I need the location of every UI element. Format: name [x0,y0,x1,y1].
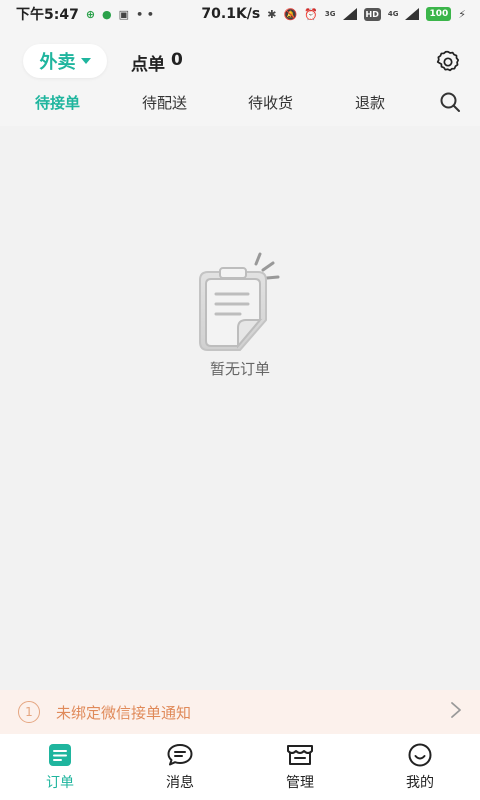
signal-3g-label: 3G [324,10,336,18]
tab-pending-accept[interactable]: 待接单 [35,92,80,113]
header: 外卖 点单 0 待接单 待配送 待收货 退款 [0,28,480,126]
network-speed: 70.1K/s [201,6,261,22]
settings-button[interactable] [434,48,462,76]
caret-down-icon [80,58,91,64]
info-circle-icon: 1 [18,701,40,723]
alarm-icon: ⏰ [304,7,318,21]
hd-badge: HD [363,7,381,21]
dine-in-label: 点单 [131,55,165,75]
bluetooth-icon: ✱ [267,7,277,21]
mode-switch-button[interactable]: 外卖 [23,44,107,78]
dine-in-count: 0 [171,50,183,70]
tab-pending-receipt[interactable]: 待收货 [248,92,293,113]
status-left: 下午5:47 ⊕ ● ▣ • • [16,4,154,24]
nav-messages-label: 消息 [166,775,194,791]
nav-orders[interactable]: 订单 [0,734,120,800]
empty-clipboard-icon [199,252,280,351]
chevron-right-icon [450,701,462,724]
status-right: 70.1K/s ✱ 🔕 ⏰ 3G HD 4G 100 ⚡ [201,6,466,22]
charging-icon: ⚡ [458,7,466,21]
nav-profile[interactable]: 我的 [360,734,480,800]
store-icon [287,745,313,765]
mode-label: 外卖 [39,52,76,73]
more-notifications-dots: • • [136,7,154,21]
bottom-nav: 订单 消息 管理 我的 [0,734,480,800]
gear-icon [436,50,460,72]
signal-4g-icon [405,8,420,20]
battery-icon: 100 [426,7,452,21]
notice-text: 未绑定微信接单通知 [56,703,192,722]
tab-refund[interactable]: 退款 [355,92,385,113]
profile-icon [408,743,432,767]
gallery-notification-icon: ▣ [118,7,130,21]
app-notification-icon: ⊕ [85,7,96,21]
empty-state: 暂无订单 [0,250,480,379]
status-bar: 下午5:47 ⊕ ● ▣ • • 70.1K/s ✱ 🔕 ⏰ 3G HD 4G … [0,0,480,28]
signal-3g-icon [342,8,357,20]
orders-icon [49,744,71,766]
mute-icon: 🔕 [283,7,298,21]
nav-profile-label: 我的 [406,775,434,791]
status-time: 下午5:47 [16,7,79,23]
search-icon [440,92,460,112]
nav-messages[interactable]: 消息 [120,734,240,800]
message-icon [167,744,193,766]
empty-message: 暂无订单 [209,360,270,378]
wechat-notification-icon: ● [102,7,112,21]
nav-manage[interactable]: 管理 [240,734,360,800]
nav-manage-label: 管理 [286,775,314,791]
nav-orders-label: 订单 [46,775,74,791]
tab-pending-delivery[interactable]: 待配送 [142,92,187,113]
order-tabs: 待接单 待配送 待收货 退款 [0,90,480,120]
signal-4g-label: 4G [387,10,399,18]
dine-in-tab[interactable]: 点单 0 [131,50,183,75]
wechat-notice-bar[interactable]: 1 未绑定微信接单通知 [0,690,480,734]
search-button[interactable] [438,90,462,114]
